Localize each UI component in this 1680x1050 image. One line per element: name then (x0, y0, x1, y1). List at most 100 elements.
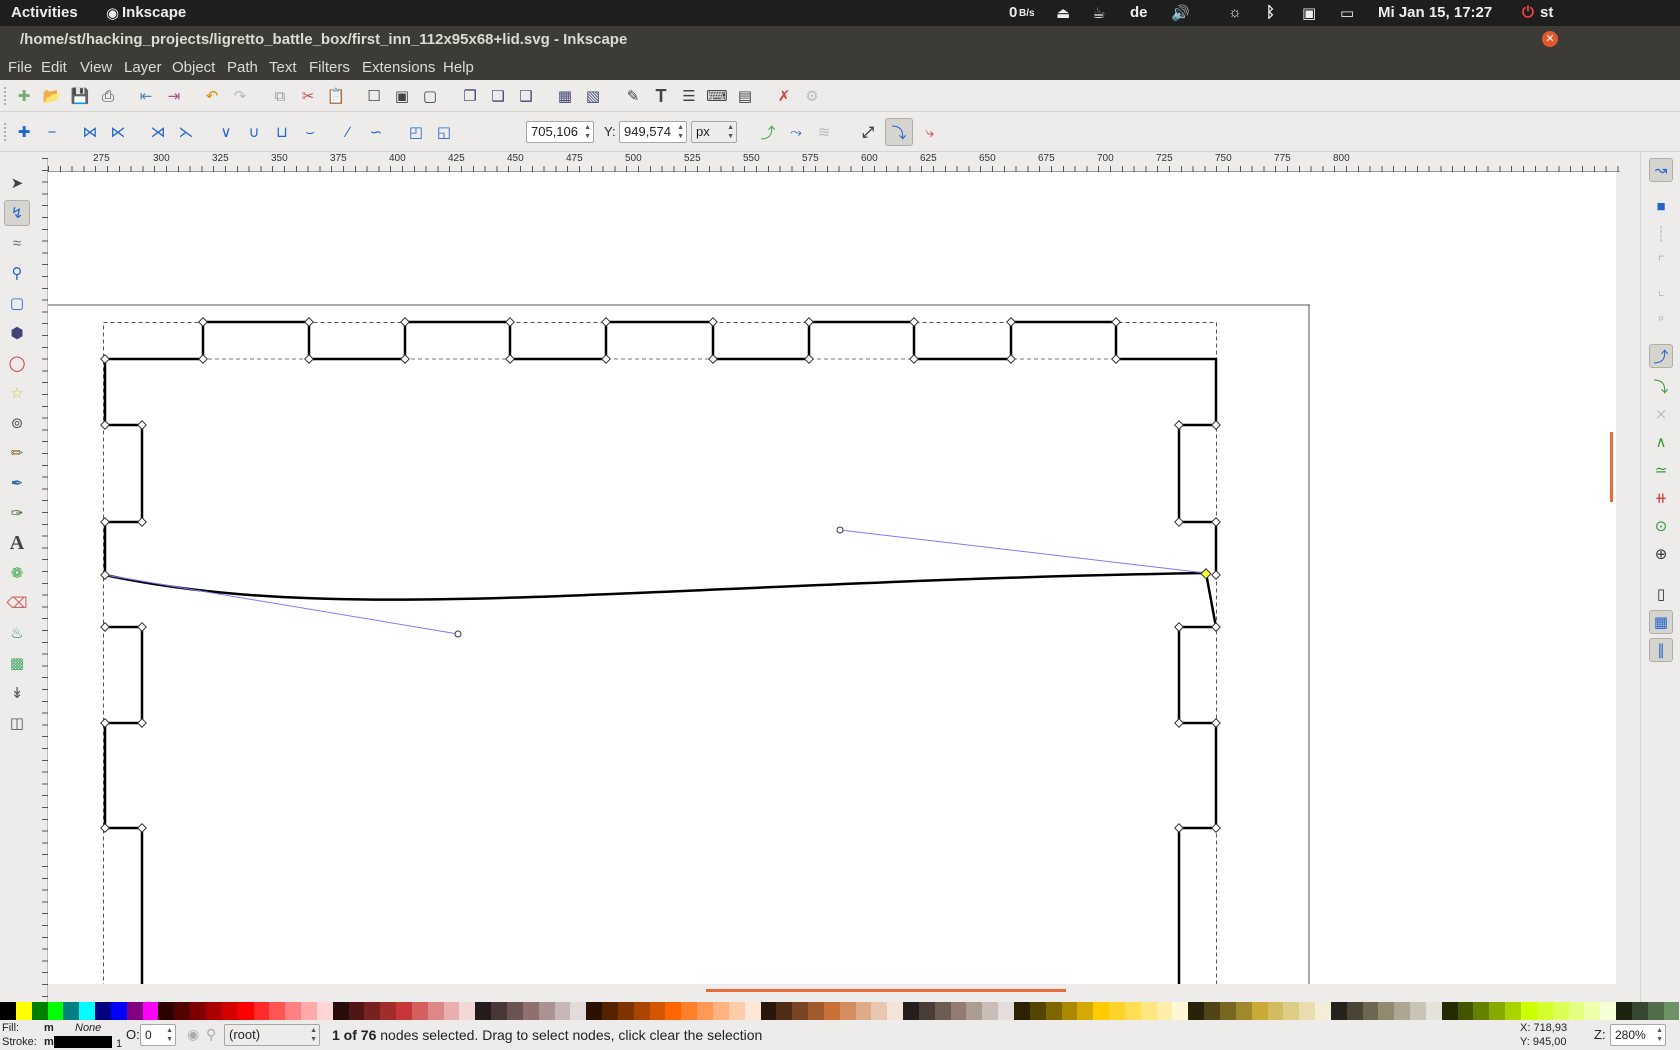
dropper-icon[interactable]: ↡ (4, 680, 30, 706)
clock[interactable]: Mi Jan 15, 17:27 (1378, 4, 1492, 21)
menu-file[interactable]: File (8, 59, 32, 76)
toolbar-grip[interactable] (4, 123, 7, 141)
snap-bbox-edge-icon[interactable]: ┊ (1649, 222, 1673, 246)
palette-swatch[interactable] (475, 1002, 492, 1020)
menu-object[interactable]: Object (172, 59, 215, 76)
palette-swatch[interactable] (1140, 1002, 1157, 1020)
user-name[interactable]: st (1540, 4, 1553, 21)
show-bezier-handles-icon[interactable]: ⤳ (784, 120, 808, 144)
palette-swatch[interactable] (459, 1002, 476, 1020)
palette-swatch[interactable] (1330, 1002, 1347, 1020)
snap-bbox-icon[interactable]: ■ (1649, 194, 1673, 218)
delete-segment-icon[interactable]: ⋋ (174, 120, 198, 144)
palette-swatch[interactable] (744, 1002, 761, 1020)
copy-icon[interactable]: ⧉ (268, 84, 292, 108)
calligraphy-icon[interactable]: ✑ (4, 500, 30, 526)
vertical-scroll-thumb[interactable] (1610, 432, 1613, 502)
palette-swatch[interactable] (1109, 1002, 1125, 1020)
palette-swatch[interactable] (1299, 1002, 1316, 1020)
bluetooth-icon[interactable]: ᛒ (1266, 4, 1275, 21)
palette-swatch[interactable] (697, 1002, 713, 1020)
fill-value[interactable]: m (44, 1022, 54, 1034)
palette-swatch[interactable] (1568, 1002, 1585, 1020)
palette-swatch[interactable] (586, 1002, 603, 1020)
x-spin-icon[interactable]: ▲ ▼ (584, 123, 591, 141)
palette-swatch[interactable] (602, 1002, 618, 1020)
join-nodes-icon[interactable]: ⋈ (78, 120, 102, 144)
palette-swatch[interactable] (1045, 1002, 1062, 1020)
palette-swatch[interactable] (1029, 1002, 1046, 1020)
text-font-icon[interactable]: T (649, 84, 673, 108)
ellipse-icon[interactable]: ◯ (4, 350, 30, 376)
snap-bbox-mid-icon[interactable]: ⌞ (1649, 278, 1673, 302)
palette-swatch[interactable] (792, 1002, 809, 1020)
palette-swatch[interactable] (1251, 1002, 1268, 1020)
snap-midpoint-icon[interactable]: ⧺ (1649, 486, 1673, 510)
palette-swatch[interactable] (823, 1002, 840, 1020)
clone-icon[interactable]: ❏ (486, 84, 510, 108)
import-icon[interactable]: ⇤ (134, 84, 158, 108)
stroke-value[interactable]: m (44, 1036, 54, 1048)
close-window-button[interactable]: ✕ (1542, 31, 1558, 47)
preferences-icon[interactable]: ⚙ (800, 84, 824, 108)
unit-select[interactable]: px ▲ ▼ (691, 121, 737, 143)
palette-swatch[interactable] (205, 1002, 222, 1020)
palette-swatch[interactable] (491, 1002, 507, 1020)
palette-swatch[interactable] (1489, 1002, 1506, 1020)
snap-grid-icon[interactable]: ▦ (1649, 610, 1673, 634)
snap-guide-icon[interactable]: ∥ (1649, 638, 1673, 662)
palette-swatch[interactable] (427, 1002, 444, 1020)
node-auto-icon[interactable]: ⌣ (298, 120, 322, 144)
stroke-swatch[interactable] (54, 1036, 112, 1048)
spray-icon[interactable]: ❁ (4, 560, 30, 586)
palette-swatch[interactable] (332, 1002, 349, 1020)
show-handles-toggle-icon[interactable]: ⤵ (885, 118, 913, 146)
palette-swatch[interactable] (918, 1002, 935, 1020)
join-segment-icon[interactable]: ⋊ (146, 120, 170, 144)
palette-swatch[interactable] (633, 1002, 650, 1020)
network-icon[interactable]: ▣ (1302, 4, 1316, 22)
palette-swatch[interactable] (301, 1002, 317, 1020)
fill-stroke-icon[interactable]: ✎ (621, 84, 645, 108)
print-icon[interactable]: ⎙ (96, 84, 120, 108)
palette-swatch[interactable] (31, 1002, 48, 1020)
palette-swatch[interactable] (1441, 1002, 1458, 1020)
palette-swatch[interactable] (1552, 1002, 1569, 1020)
palette-swatch[interactable] (15, 1002, 32, 1020)
paste-icon[interactable]: 📋 (324, 84, 348, 108)
opacity-spin-icon[interactable]: ▲ ▼ (166, 1026, 173, 1044)
palette-swatch[interactable] (1410, 1002, 1426, 1020)
snap-rotation-icon[interactable]: ⊕ (1649, 542, 1673, 566)
palette-swatch[interactable] (1457, 1002, 1474, 1020)
unit-chevron-icon[interactable]: ▲ ▼ (727, 123, 734, 141)
star-icon[interactable]: ☆ (4, 380, 30, 406)
layer-select[interactable]: (root) ▲ ▼ (224, 1024, 320, 1046)
app-menu-button[interactable]: Inkscape (122, 4, 186, 21)
palette-swatch[interactable] (174, 1002, 191, 1020)
snap-intersection-icon[interactable]: ⨯ (1649, 402, 1673, 426)
palette-swatch[interactable] (903, 1002, 919, 1020)
palette-swatch[interactable] (1077, 1002, 1094, 1020)
snap-nodes-icon[interactable]: ⤴ (1649, 344, 1673, 368)
gradient-icon[interactable]: ▩ (4, 650, 30, 676)
palette-swatch[interactable] (966, 1002, 983, 1020)
palette-swatch[interactable] (1505, 1002, 1521, 1020)
new-document-icon[interactable]: ✚ (12, 84, 36, 108)
drawing-canvas[interactable] (48, 172, 1616, 984)
palette-swatch[interactable] (617, 1002, 634, 1020)
export-icon[interactable]: ⇥ (162, 84, 186, 108)
palette-swatch[interactable] (396, 1002, 412, 1020)
node-symmetric-icon[interactable]: ⊔ (270, 120, 294, 144)
opacity-input[interactable]: 0 ▲ ▼ (140, 1024, 176, 1046)
layers-icon[interactable]: ☰ (677, 84, 701, 108)
stroke-to-path-icon[interactable]: ◱ (432, 120, 456, 144)
palette-swatch[interactable] (855, 1002, 872, 1020)
volume-icon[interactable]: 🔊 (1171, 4, 1190, 22)
palette-swatch[interactable] (1521, 1002, 1537, 1020)
zoom-icon[interactable]: ⚲ (4, 260, 30, 286)
show-transform-handles-icon[interactable]: ⤴ (756, 120, 780, 144)
segment-curve-icon[interactable]: ∽ (364, 120, 388, 144)
snap-page-icon[interactable]: ▯ (1649, 582, 1673, 606)
palette-swatch[interactable] (190, 1002, 206, 1020)
zoom-selection-icon[interactable]: ☐ (362, 84, 386, 108)
